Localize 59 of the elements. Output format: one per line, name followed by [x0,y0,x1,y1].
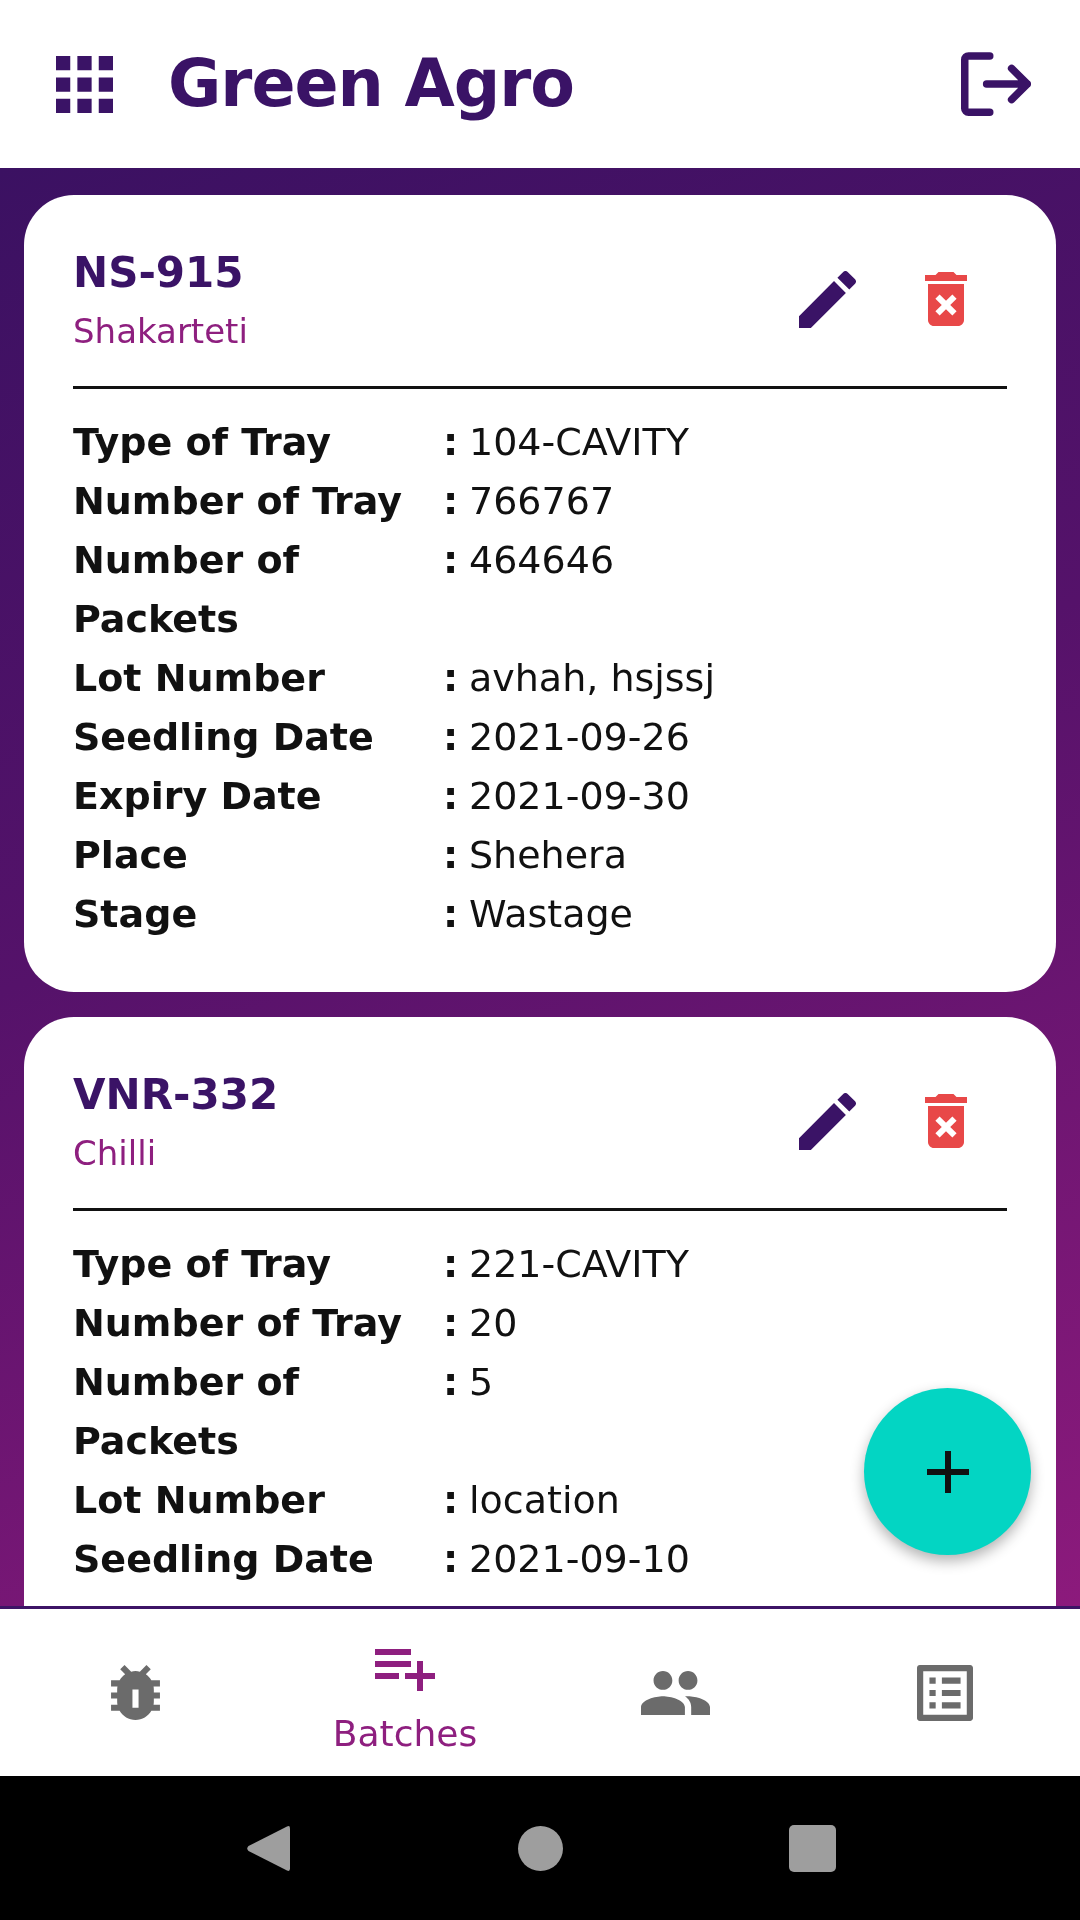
field-colon: : [443,1536,459,1583]
field-label: Number of Tray [73,478,402,525]
pencil-icon[interactable] [799,270,856,328]
batch-code: VNR-332 [73,1069,279,1121]
field-label: Lot Number [73,1477,325,1524]
field-label: Stage [73,891,198,938]
field-colon: : [443,655,459,702]
field-label: Number of Packets [73,537,301,643]
field-value: location [469,1477,620,1524]
field-label: Seedling Date [73,1536,374,1583]
logout-icon[interactable] [961,52,1031,116]
field-value: avhah, hsjssj [469,655,715,702]
bug-icon [110,1665,160,1720]
field-colon: : [443,478,459,525]
field-value: Wastage [469,891,633,938]
field-value: 766767 [469,478,615,525]
list-icon [917,1664,973,1721]
field-colon: : [443,537,459,584]
field-label: Lot Number [73,655,325,702]
field-value: 20 [469,1300,518,1347]
field-colon: : [443,891,459,938]
field-colon: : [443,1477,459,1524]
field-colon: : [443,1300,459,1347]
field-value: 104-CAVITY [469,419,689,466]
batch-code: NS-915 [73,247,244,299]
field-value: Shehera [469,832,627,879]
field-colon: : [443,714,459,761]
list-plus-icon [375,1649,435,1691]
field-colon: : [443,773,459,820]
crop-name: Shakarteti [73,310,248,353]
field-colon: : [443,1359,459,1406]
field-label: Number of Tray [73,1300,402,1347]
field-value: 2021-09-30 [469,773,690,820]
trash-icon[interactable] [925,272,967,326]
field-value: 2021-09-26 [469,714,690,761]
app-title: Green Agro [168,45,575,123]
field-value: 221-CAVITY [469,1241,689,1288]
people-icon [640,1670,710,1715]
pencil-icon[interactable] [799,1092,856,1150]
field-label: Place [73,832,188,879]
field-label: Number of Packets [73,1359,301,1465]
field-label: Type of Tray [73,1241,331,1288]
plus-icon [926,1450,969,1493]
field-label: Type of Tray [73,419,331,466]
field-colon: : [443,419,459,466]
crop-name: Chilli [73,1132,157,1175]
recents-icon[interactable] [788,1824,836,1872]
grid-icon[interactable] [56,55,113,113]
nav-tab[interactable]: Batches [270,1609,540,1776]
field-colon: : [443,832,459,879]
trash-icon[interactable] [925,1094,967,1148]
field-label: Seedling Date [73,714,374,761]
back-icon[interactable] [246,1823,290,1873]
field-value: 2021-09-10 [469,1536,690,1583]
home-icon[interactable] [517,1825,563,1871]
field-colon: : [443,1241,459,1288]
field-value: 5 [469,1359,494,1406]
field-value: 464646 [469,537,615,584]
field-label: Expiry Date [73,773,322,820]
